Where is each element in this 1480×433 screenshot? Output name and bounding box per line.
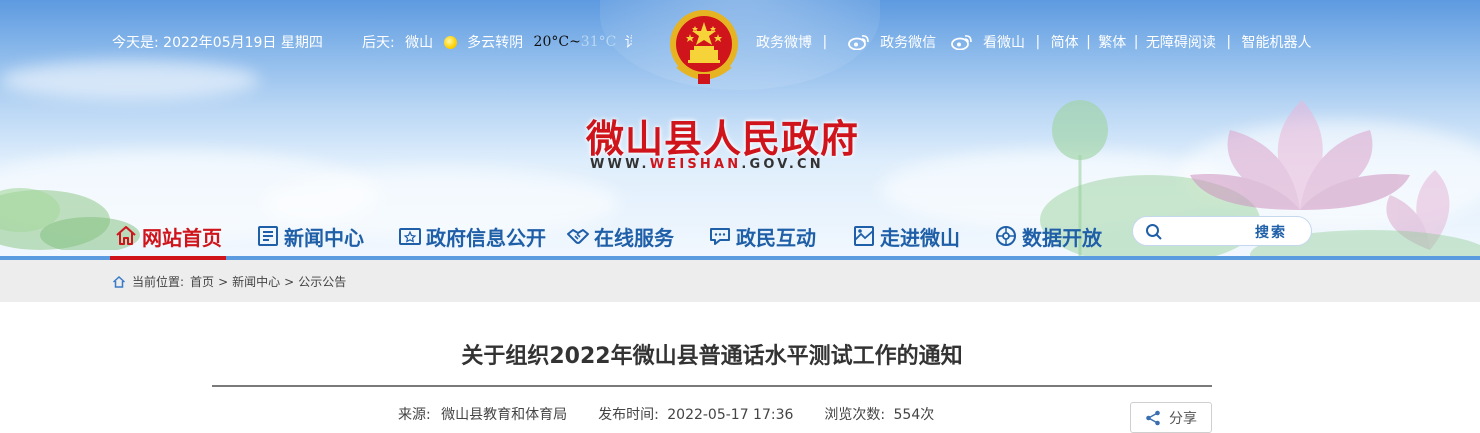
smart-robot-link[interactable]: 智能机器人 [1241, 35, 1311, 51]
weather-more-link[interactable]: 详细 [625, 35, 632, 51]
temp-high: 31°C [580, 34, 617, 50]
search-icon [1146, 224, 1162, 240]
nav-label: 在线服务 [594, 225, 674, 250]
weibo-icon-2 [950, 35, 972, 50]
article-title: 关于组织2022年微山县普通话水平测试工作的通知 [461, 344, 963, 369]
handshake-icon [567, 229, 589, 244]
breadcrumb-separator: > [218, 274, 229, 289]
source-value: 微山县教育和体育局 [441, 407, 568, 423]
site-url-prefix: WWW. [590, 157, 650, 172]
share-label: 分享 [1169, 410, 1197, 427]
home-icon [116, 226, 136, 245]
nav-item-interaction[interactable]: 政民互动 [708, 212, 816, 260]
source-label: 来源: [398, 407, 431, 423]
national-emblem-logo [670, 10, 738, 84]
weather-condition: 多云转阴 [467, 35, 524, 51]
site-url-suffix: .GOV.CN [741, 157, 824, 172]
simplified-link[interactable]: 简体 [1051, 35, 1079, 51]
link-separator: | [1226, 34, 1232, 50]
nav-label: 网站首页 [142, 225, 222, 250]
data-icon [996, 226, 1016, 246]
date-text: 今天是: 2022年05月19日 星期四 [112, 35, 323, 51]
nav-item-gov-info[interactable]: 政府信息公开 [398, 212, 546, 260]
nav-item-online-service[interactable]: 在线服务 [566, 212, 674, 260]
nav-item-open-data[interactable]: 数据开放 [994, 212, 1102, 260]
site-url-main: WEISHAN [649, 157, 742, 172]
title-divider [212, 385, 1212, 387]
temp-tilde: ~ [569, 34, 581, 50]
weibo-icon [847, 35, 869, 50]
article-meta: 来源: 微山县教育和体育局 发布时间: 2022-05-17 17:36 浏览次… [398, 404, 934, 424]
home-icon [112, 275, 126, 288]
sun-icon [443, 35, 457, 49]
published-value: 2022-05-17 17:36 [667, 407, 794, 423]
temp-low: 20°C [533, 34, 570, 50]
search-button[interactable]: 搜索 [1255, 222, 1287, 242]
weather-widget[interactable]: 后天: 微山 多云转阴 20°C~31°C 详细 [362, 32, 632, 52]
share-icon [1146, 410, 1160, 425]
nav-item-home[interactable]: 网站首页 [110, 212, 226, 260]
nav-label: 新闻中心 [284, 225, 364, 250]
breadcrumb-bar: 当前位置: 首页 > 新闻中心 > 公示公告 [0, 260, 1480, 302]
watch-weishan-link[interactable]: 看微山 [983, 35, 1025, 51]
nav-item-news[interactable]: 新闻中心 [256, 212, 364, 260]
site-url: WWW.WEISHAN.GOV.CN [590, 157, 824, 172]
weather-city: 微山 [405, 35, 434, 51]
link-separator: | [1035, 34, 1041, 50]
chat-icon [710, 228, 730, 245]
breadcrumb: 当前位置: 首页 > 新闻中心 > 公示公告 [112, 273, 346, 290]
link-separator: | [1086, 34, 1091, 50]
nav-item-about-weishan[interactable]: 走进微山 [852, 212, 960, 260]
share-button[interactable]: 分享 [1130, 402, 1212, 433]
breadcrumb-notices[interactable]: 公示公告 [298, 273, 346, 290]
breadcrumb-prefix: 当前位置: [132, 275, 185, 289]
views-value: 554次 [893, 407, 935, 423]
nav-label: 政府信息公开 [426, 225, 546, 250]
nav-label: 数据开放 [1022, 225, 1102, 250]
weibo-link[interactable]: 政务微博 [756, 35, 812, 51]
top-links: 政务微博 | 政务微信 看微山 | 简体 | 繁体 | 无障碍阅读 | 智能机器… [756, 32, 1311, 52]
traditional-link[interactable]: 繁体 [1098, 35, 1126, 51]
nav-label: 政民互动 [736, 225, 816, 250]
weather-prefix: 后天: [362, 35, 395, 51]
wechat-link[interactable]: 政务微信 [880, 35, 936, 51]
info-open-icon [399, 228, 421, 245]
views-label: 浏览次数: [824, 407, 886, 423]
date-display: 今天是: 2022年05月19日 星期四 [112, 32, 323, 52]
link-separator: | [1133, 34, 1139, 50]
breadcrumb-news-center[interactable]: 新闻中心 [232, 273, 280, 290]
nav-label: 走进微山 [880, 225, 960, 250]
link-separator: | [822, 34, 828, 50]
search-box: 搜索 [1132, 216, 1312, 246]
site-title: 微山县人民政府 [586, 116, 860, 161]
map-icon [854, 226, 874, 246]
accessible-reading-link[interactable]: 无障碍阅读 [1146, 35, 1216, 51]
breadcrumb-home[interactable]: 首页 [190, 273, 214, 290]
published-label: 发布时间: [598, 407, 659, 423]
breadcrumb-separator: > [284, 274, 295, 289]
news-icon [258, 226, 278, 246]
search-input[interactable] [1169, 221, 1249, 241]
